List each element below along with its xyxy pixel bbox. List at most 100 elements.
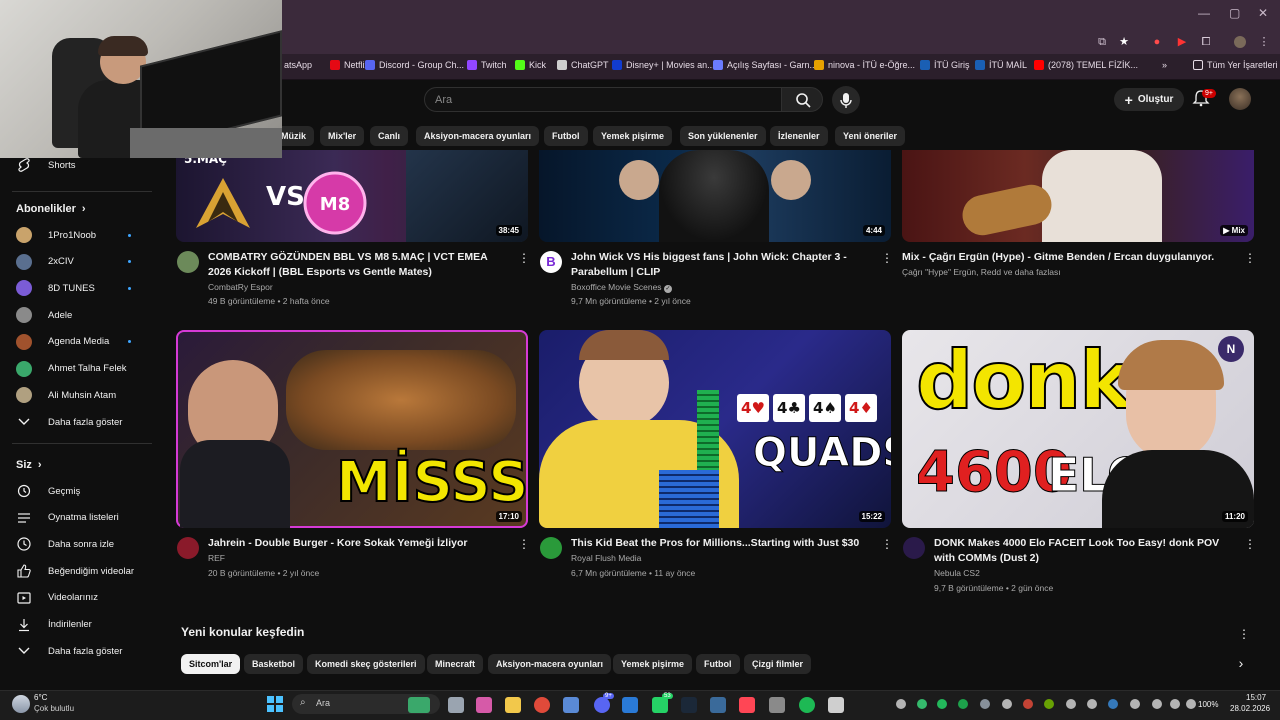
video-thumbnail[interactable]: MİSSS 17:10	[176, 330, 528, 528]
clock-time[interactable]: 15:07	[1246, 693, 1266, 702]
wifi-icon[interactable]	[1152, 699, 1162, 709]
tray-chat-icon[interactable]	[937, 699, 947, 709]
video-thumbnail[interactable]: 4♥4♣4♠4♦ QUADS! 15:22	[539, 330, 891, 528]
sidebar-item-you[interactable]: Geçmiş	[0, 478, 160, 504]
network-icon[interactable]	[710, 697, 726, 713]
sidebar-item-subscription[interactable]: 2xCIV	[0, 249, 160, 275]
bookmark-1[interactable]: Netflix	[330, 60, 369, 70]
tray-app2-icon[interactable]	[1002, 699, 1012, 709]
all-bookmarks-button[interactable]: Tüm Yer İşaretleri	[1193, 60, 1278, 70]
chip[interactable]: Yemek pişirme	[593, 126, 673, 146]
more-options-icon[interactable]: ⋮	[518, 251, 530, 265]
app-icon[interactable]	[828, 697, 844, 713]
steam-icon[interactable]	[681, 697, 697, 713]
channel-avatar[interactable]	[177, 251, 199, 273]
bookmark-2[interactable]: Discord - Group Ch...	[365, 60, 464, 70]
explore-chip[interactable]: Yemek pişirme	[613, 654, 693, 674]
copilot-icon[interactable]	[476, 697, 492, 713]
sidebar-item-subscription[interactable]: 8D TUNES	[0, 275, 160, 301]
star-icon[interactable]: ★	[1118, 36, 1130, 48]
tray-red-icon[interactable]	[1023, 699, 1033, 709]
channel-name[interactable]: CombatRy Espor	[208, 282, 273, 292]
channel-avatar[interactable]	[903, 537, 925, 559]
file-explorer-icon[interactable]	[505, 697, 521, 713]
explore-chip[interactable]: Aksiyon-macera oyunları	[488, 654, 612, 674]
create-button[interactable]: + Oluştur	[1114, 88, 1184, 111]
more-options-icon[interactable]: ⋮	[881, 537, 893, 551]
video-title[interactable]: John Wick VS His biggest fans | John Wic…	[571, 250, 873, 280]
channel-name[interactable]: REF	[208, 553, 225, 563]
search-button[interactable]	[781, 87, 823, 112]
more-options-icon[interactable]: ⋮	[1244, 251, 1256, 265]
video-thumbnail[interactable]: donk 4600 ELO N 11:20	[902, 330, 1254, 528]
chrome-icon[interactable]	[534, 697, 550, 713]
tray-usb-icon[interactable]	[1066, 699, 1076, 709]
whatsapp-icon[interactable]	[652, 697, 668, 713]
explore-chip[interactable]: Çizgi filmler	[744, 654, 812, 674]
sidebar-item-you[interactable]: Oynatma listeleri	[0, 505, 160, 531]
sidebar-item-subscription[interactable]: Ahmet Talha Felek	[0, 356, 160, 382]
tray-nvidia-icon[interactable]	[1044, 699, 1054, 709]
extension-red-icon[interactable]: ●	[1151, 36, 1163, 48]
channel-avatar[interactable]	[177, 537, 199, 559]
video-title[interactable]: Mix - Çağrı Ergün (Hype) - Gitme Benden …	[902, 250, 1232, 265]
sidebar-item-you[interactable]: İndirilenler	[0, 612, 160, 638]
chip[interactable]: Müzik	[281, 126, 315, 146]
sidebar-item-you[interactable]: Beğendiğim videolar	[0, 558, 160, 584]
video-thumbnail[interactable]: ▶ Mix	[902, 150, 1254, 242]
more-options-icon[interactable]: ⋮	[881, 251, 893, 265]
video-title[interactable]: Jahrein - Double Burger - Kore Sokak Yem…	[208, 536, 510, 551]
channel-name[interactable]: Çağrı "Hype" Ergün, Redd ve daha fazlası	[902, 267, 1061, 277]
bookmark-5[interactable]: ChatGPT	[557, 60, 609, 70]
chip[interactable]: Yeni öneriler	[835, 126, 906, 146]
battery-icon[interactable]	[1186, 699, 1196, 709]
profile-icon[interactable]	[1234, 36, 1246, 48]
more-options-icon[interactable]: ⋮	[1244, 537, 1256, 551]
video-thumbnail[interactable]: 5.MAÇ VS M8 38:45	[176, 150, 528, 242]
chip[interactable]: Aksiyon-macera oyunları	[416, 126, 540, 146]
chip[interactable]: Canlı	[370, 126, 409, 146]
explore-more-icon[interactable]: ⋮	[1238, 627, 1250, 641]
video-thumbnail[interactable]: 4:44	[539, 150, 891, 242]
chevron-right-icon[interactable]: ›	[1237, 656, 1245, 670]
spotify-icon[interactable]	[799, 697, 815, 713]
task-view-icon[interactable]	[448, 697, 464, 713]
you-heading[interactable]: Siz ›	[16, 459, 42, 471]
chip[interactable]: Futbol	[544, 126, 588, 146]
bluetooth-icon[interactable]	[1108, 699, 1118, 709]
tray-app-icon[interactable]	[896, 699, 906, 709]
search-input[interactable]: Ara	[424, 87, 782, 112]
sidebar-show-more[interactable]: Daha fazla göster	[0, 409, 160, 435]
video-title[interactable]: This Kid Beat the Pros for Millions...St…	[571, 536, 873, 551]
explore-chip[interactable]: Komedi skeç gösterileri	[307, 654, 425, 674]
store-icon[interactable]	[563, 697, 579, 713]
tray-green-icon[interactable]	[917, 699, 927, 709]
sidebar-item-you[interactable]: Videolarınız	[0, 585, 160, 611]
sidebar-item-subscription[interactable]: Adele	[0, 302, 160, 328]
sidebar-item-subscription[interactable]: Ali Muhsin Atam	[0, 382, 160, 408]
video-title[interactable]: DONK Makes 4000 Elo FACEIT Look Too Easy…	[934, 536, 1236, 566]
bookmark-8[interactable]: ninova - İTÜ e-Öğre...	[814, 60, 915, 70]
channel-avatar[interactable]: B	[540, 251, 562, 273]
close-icon[interactable]: ✕	[1258, 6, 1268, 20]
bookmark-11[interactable]: (2078) TEMEL FİZİK...	[1034, 60, 1138, 70]
tray-mic-icon[interactable]	[1130, 699, 1140, 709]
bookmark-10[interactable]: İTÜ MAİL	[975, 60, 1027, 70]
bookmark-6[interactable]: Disney+ | Movies an...	[612, 60, 715, 70]
chip[interactable]: Son yüklenenler	[680, 126, 766, 146]
video-title[interactable]: COMBATRY GÖZÜNDEN BBL VS M8 5.MAÇ | VCT …	[208, 250, 510, 280]
chip[interactable]: İzlenenler	[770, 126, 828, 146]
chip[interactable]: Mix'ler	[320, 126, 365, 146]
volume-icon[interactable]	[1170, 699, 1180, 709]
bookmark-4[interactable]: Kick	[515, 60, 546, 70]
sidebar-item-you[interactable]: Daha sonra izle	[0, 531, 160, 557]
maximize-icon[interactable]: ▢	[1229, 6, 1240, 20]
tray-app3-icon[interactable]	[1087, 699, 1097, 709]
sidebar-item-subscription[interactable]: 1Pro1Noob	[0, 222, 160, 248]
explore-chip[interactable]: Basketbol	[244, 654, 304, 674]
channel-name[interactable]: Nebula CS2	[934, 568, 980, 578]
account-avatar[interactable]	[1229, 88, 1251, 110]
youtube-ext-icon[interactable]: ▶	[1176, 36, 1188, 48]
clock-date[interactable]: 28.02.2026	[1230, 704, 1270, 713]
channel-name[interactable]: Boxoffice Movie Scenes ✓	[571, 282, 672, 293]
